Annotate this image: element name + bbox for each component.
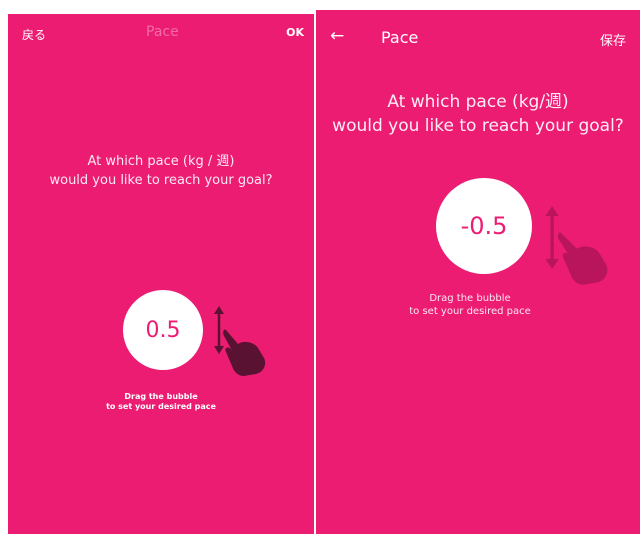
back-button[interactable]: 戻る [22, 26, 46, 43]
top-bar: 戻る Pace OK [8, 14, 314, 62]
pace-value: 0.5 [145, 317, 181, 343]
question-line-1: At which pace (kg/週) [387, 92, 569, 112]
hint-line-2: to set your desired pace [409, 306, 531, 317]
question-line-2: would you like to reach your goal? [49, 173, 273, 188]
drag-hand-icon [214, 306, 266, 376]
back-arrow-icon[interactable]: ← [330, 26, 344, 46]
updown-arrow-icon [545, 206, 559, 269]
updown-arrow-icon [214, 306, 224, 354]
app-bar: ← Pace 保存 [316, 10, 640, 58]
pace-value: -0.5 [460, 212, 508, 240]
pace-bubble[interactable]: -0.5 [436, 178, 532, 274]
hint-line-1: Drag the bubble [429, 293, 511, 304]
hint-line-2: to set your desired pace [106, 402, 216, 411]
save-button[interactable]: 保存 [600, 30, 626, 49]
pace-bubble[interactable]: 0.5 [123, 290, 203, 370]
drag-hand-icon [545, 206, 608, 285]
pace-question: At which pace (kg / 週) would you like to… [8, 152, 314, 190]
page-title: Pace [381, 28, 419, 47]
question-line-1: At which pace (kg / 週) [87, 154, 235, 169]
drag-hint: Drag the bubble to set your desired pace [316, 292, 640, 318]
ok-button[interactable]: OK [286, 26, 304, 39]
pace-question: At which pace (kg/週) would you like to r… [316, 90, 640, 138]
question-line-2: would you like to reach your goal? [332, 116, 624, 136]
pace-screen-right: ← Pace 保存 At which pace (kg/週) would you… [316, 10, 640, 534]
page-title: Pace [146, 24, 179, 40]
pace-screen-left: 戻る Pace OK At which pace (kg / 週) would … [8, 14, 314, 534]
hint-line-1: Drag the bubble [124, 392, 198, 401]
drag-hint: Drag the bubble to set your desired pace [8, 392, 314, 412]
